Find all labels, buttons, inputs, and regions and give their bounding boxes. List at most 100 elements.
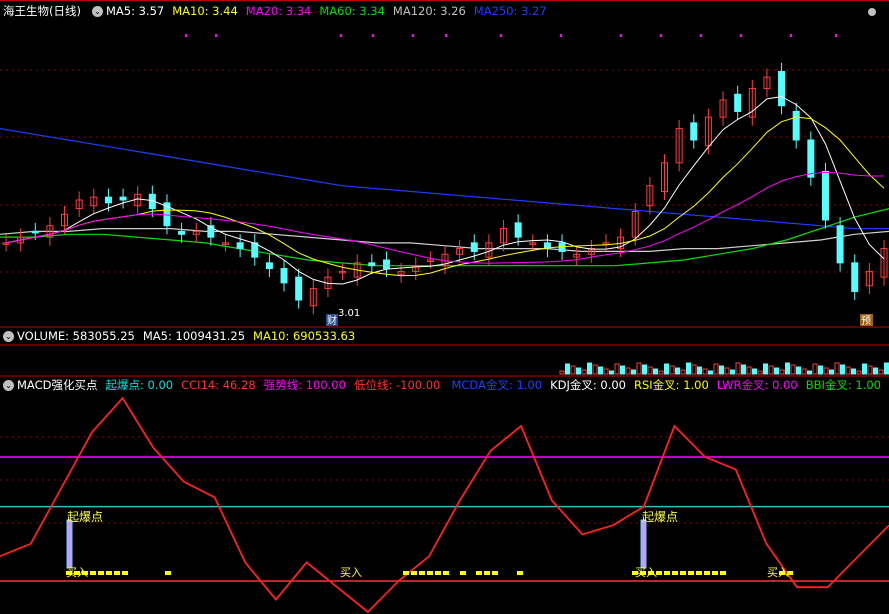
buy-label-2: 买入 (340, 566, 362, 579)
volume-bar (878, 369, 884, 375)
qibao-label-1: 起爆点 (67, 510, 103, 524)
buy-marker-4 (476, 571, 482, 575)
signal-dot-12 (790, 34, 792, 37)
volume-bar (686, 362, 691, 375)
buy-marker-5 (517, 571, 523, 575)
buy-marker-2 (427, 571, 433, 575)
buy-marker-2 (419, 571, 425, 575)
volume-bar (675, 367, 680, 375)
candle-body (280, 268, 288, 284)
volume-bar (834, 362, 840, 375)
volume-bar (680, 369, 686, 375)
volume-bar (768, 365, 774, 375)
volume-bar (614, 363, 620, 375)
signal-dot-11 (740, 34, 742, 37)
ma-line-ma250 (0, 128, 889, 230)
indicator-panel (0, 396, 889, 614)
buy-marker-2 (411, 571, 417, 575)
volume-bar (653, 368, 658, 375)
volume-bar (636, 362, 642, 375)
candle-body (690, 122, 698, 141)
volume-bar (741, 364, 746, 375)
signal-dot-0 (185, 34, 187, 37)
volume-bar (873, 367, 878, 375)
candle-body (382, 259, 390, 270)
candle-body (514, 222, 522, 238)
candle-body (119, 196, 127, 201)
buy-marker-1 (165, 571, 171, 575)
volume-bar (807, 370, 812, 375)
candle-body (792, 110, 800, 141)
volume-bar (856, 370, 862, 375)
volume-bar (867, 365, 873, 375)
volume-bar (757, 370, 763, 375)
volume-bar (801, 368, 807, 375)
volume-bar (823, 367, 829, 375)
signal-dot-10 (700, 34, 702, 37)
volume-bar (746, 366, 752, 375)
volume-bar (840, 364, 845, 375)
signal-dot-9 (660, 34, 662, 37)
volume-bar (851, 368, 856, 375)
candle-body (807, 139, 815, 178)
signal-dot-8 (620, 34, 622, 37)
volume-bar (598, 366, 603, 375)
stock-chart: 3.01 财 预 起爆点 起爆点 买入 买入 买入 买入 (0, 0, 889, 614)
buy-marker-6 (696, 571, 702, 575)
qibao-label-2: 起爆点 (642, 510, 678, 524)
volume-bar (708, 370, 713, 375)
volume-bar (884, 362, 889, 375)
buy-marker-6 (680, 571, 686, 575)
cai-badge-text: 财 (327, 314, 337, 327)
volume-bar (576, 367, 581, 375)
volume-bar (691, 364, 697, 375)
buy-label-4: 买入 (767, 566, 789, 579)
volume-bar (625, 367, 631, 375)
signal-dot-5 (445, 34, 447, 37)
volume-bar (719, 365, 724, 375)
volume-bar (730, 369, 735, 375)
signal-dot-7 (560, 34, 562, 37)
volume-bar (647, 366, 653, 375)
buy-marker-6 (664, 571, 670, 575)
buy-marker-6 (672, 571, 678, 575)
buy-label-3: 买入 (635, 566, 657, 579)
volume-bar (581, 369, 587, 375)
buy-marker-6 (688, 571, 694, 575)
volume-bar (603, 368, 609, 375)
candle-body (178, 230, 186, 235)
volume-bar (697, 366, 702, 375)
volume-bar (669, 365, 675, 375)
volume-bar (845, 366, 851, 375)
volume-bar (796, 366, 801, 375)
signal-dot-4 (412, 34, 414, 37)
volume-bar (620, 365, 625, 375)
volume-bar (818, 365, 823, 375)
low-price-label: 3.01 (338, 308, 360, 319)
candle-body (836, 225, 844, 264)
volume-bar (774, 367, 779, 375)
volume-bar (713, 363, 719, 375)
buy-marker-4 (492, 571, 498, 575)
volume-panel (559, 362, 889, 375)
volume-bar (658, 370, 664, 375)
buy-marker-0 (90, 571, 96, 575)
volume-bar (609, 370, 614, 375)
buy-marker-4 (484, 571, 490, 575)
candle-body (295, 276, 303, 301)
volume-bar (642, 364, 647, 375)
volume-bar (570, 365, 576, 375)
volume-bar (785, 362, 790, 375)
buy-marker-6 (720, 571, 726, 575)
candle-body (368, 262, 376, 267)
candle-body (31, 230, 39, 234)
volume-bar (587, 362, 592, 375)
yu-badge-text: 预 (861, 315, 871, 327)
volume-bar (631, 369, 636, 375)
signal-dot-2 (340, 34, 342, 37)
buy-marker-2 (443, 571, 449, 575)
buy-marker-0 (122, 571, 128, 575)
signal-dot-1 (215, 34, 217, 37)
candle-body (851, 262, 859, 292)
volume-bar (779, 369, 785, 375)
